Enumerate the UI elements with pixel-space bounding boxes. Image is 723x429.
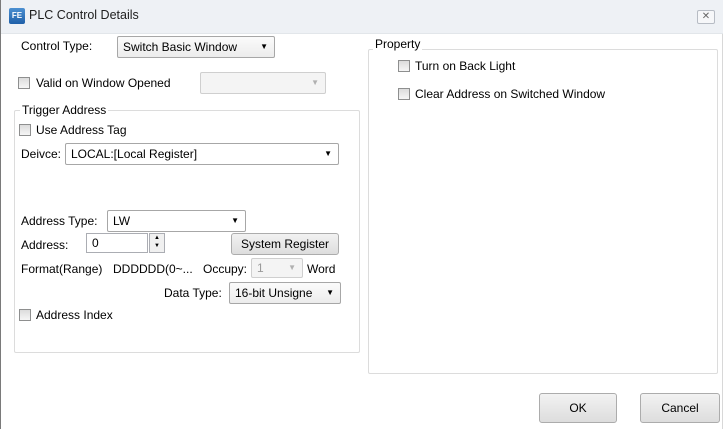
use-address-tag-checkbox[interactable]: [19, 124, 31, 136]
system-register-button[interactable]: System Register: [231, 233, 339, 255]
control-type-label: Control Type:: [21, 39, 93, 53]
data-type-value: 16-bit Unsigne: [235, 286, 313, 300]
format-value: DDDDDD(0~...: [113, 262, 193, 276]
device-label: Deivce:: [21, 147, 62, 161]
address-label: Address:: [21, 238, 69, 252]
format-label: Format(Range): [21, 262, 103, 276]
trigger-address-title: Trigger Address: [20, 103, 109, 117]
clear-address-checkbox[interactable]: [398, 88, 410, 100]
chevron-down-icon: ▼: [260, 42, 268, 51]
chevron-down-icon: ▼: [288, 263, 296, 272]
control-type-select[interactable]: Switch Basic Window ▼: [117, 36, 275, 58]
close-icon: ✕: [701, 11, 711, 22]
ok-button[interactable]: OK: [539, 393, 617, 423]
turn-on-back-light-checkbox[interactable]: [398, 60, 410, 72]
address-type-label: Address Type:: [21, 214, 98, 228]
close-button[interactable]: ✕: [697, 10, 715, 24]
turn-on-back-light-label: Turn on Back Light: [415, 59, 516, 73]
chevron-down-icon: ▼: [326, 288, 334, 297]
address-index-checkbox[interactable]: [19, 309, 31, 321]
address-index-label: Address Index: [36, 308, 113, 322]
occupy-select[interactable]: 1 ▼: [251, 258, 303, 278]
property-title: Property: [373, 37, 423, 51]
cancel-button[interactable]: Cancel: [640, 393, 720, 423]
address-type-select[interactable]: LW ▼: [107, 210, 246, 232]
plc-control-details-dialog: FE PLC Control Details ✕ Control Type: S…: [0, 0, 723, 429]
occupy-unit: Word: [307, 262, 336, 276]
window-title: PLC Control Details: [29, 8, 139, 22]
clear-address-label: Clear Address on Switched Window: [415, 87, 606, 101]
data-type-select[interactable]: 16-bit Unsigne ▼: [229, 282, 341, 304]
device-select[interactable]: LOCAL:[Local Register] ▼: [65, 143, 339, 165]
address-stepper[interactable]: ▲ ▼: [149, 233, 165, 253]
window-select[interactable]: ▼: [200, 72, 326, 94]
device-value: LOCAL:[Local Register]: [71, 147, 198, 161]
occupy-label: Occupy:: [203, 262, 248, 276]
occupy-value: 1: [257, 261, 264, 275]
data-type-label: Data Type:: [164, 286, 222, 300]
valid-on-window-opened-checkbox[interactable]: [18, 77, 30, 89]
app-icon: FE: [9, 8, 25, 24]
stepper-up-icon[interactable]: ▲: [150, 234, 164, 242]
address-input[interactable]: 0: [86, 233, 148, 253]
stepper-down-icon[interactable]: ▼: [150, 242, 164, 250]
chevron-down-icon: ▼: [324, 149, 332, 158]
use-address-tag-label: Use Address Tag: [36, 123, 127, 137]
address-type-value: LW: [113, 214, 131, 228]
control-type-value: Switch Basic Window: [123, 40, 238, 54]
title-bar: FE PLC Control Details ✕: [1, 0, 723, 34]
valid-on-window-opened-label: Valid on Window Opened: [36, 76, 171, 90]
chevron-down-icon: ▼: [231, 216, 239, 225]
chevron-down-icon: ▼: [311, 78, 319, 87]
